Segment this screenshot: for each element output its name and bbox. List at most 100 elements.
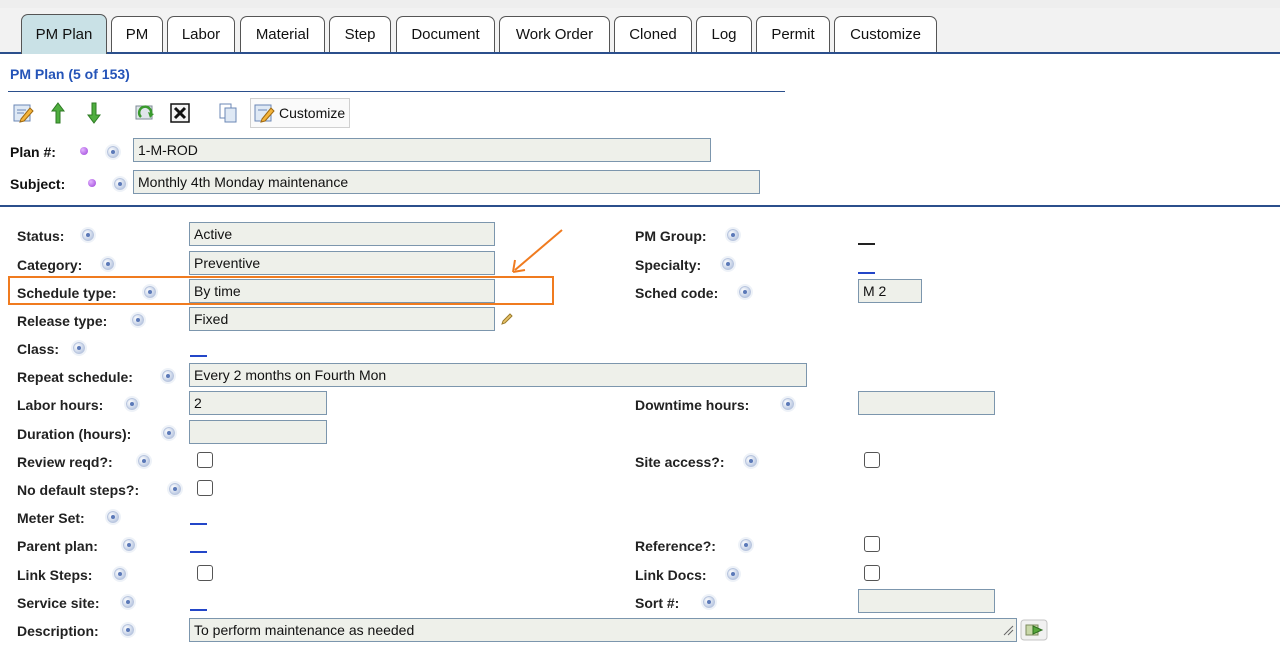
downtime-hours-label: Downtime hours: bbox=[635, 397, 750, 413]
no-default-steps-label: No default steps?: bbox=[17, 482, 140, 498]
help-icon[interactable] bbox=[727, 229, 739, 241]
link-steps-checkbox[interactable] bbox=[197, 565, 213, 581]
help-icon[interactable] bbox=[132, 314, 144, 326]
reference-checkbox[interactable] bbox=[864, 536, 880, 552]
tab-work-order[interactable]: Work Order bbox=[499, 16, 610, 52]
link-docs-label: Link Docs: bbox=[635, 567, 707, 583]
labor-hours-label: Labor hours: bbox=[17, 397, 104, 413]
reference-label: Reference?: bbox=[635, 538, 716, 554]
parent-plan-link[interactable] bbox=[190, 551, 207, 553]
refresh-button[interactable] bbox=[132, 98, 158, 128]
help-icon[interactable] bbox=[123, 539, 135, 551]
record-title: PM Plan (5 of 153) bbox=[10, 66, 130, 82]
pm-group-label: PM Group: bbox=[635, 228, 707, 244]
required-dot-icon bbox=[88, 179, 96, 187]
tab-document[interactable]: Document bbox=[396, 16, 495, 52]
description-field[interactable]: To perform maintenance as needed bbox=[189, 618, 1017, 642]
annotation-arrow-icon bbox=[512, 229, 563, 273]
resize-grip-icon[interactable] bbox=[1002, 624, 1014, 636]
tab-pm-plan[interactable]: PM Plan bbox=[21, 14, 107, 54]
help-icon[interactable] bbox=[114, 178, 126, 190]
tab-step[interactable]: Step bbox=[329, 16, 391, 52]
meter-set-link[interactable] bbox=[190, 523, 207, 525]
link-docs-checkbox[interactable] bbox=[864, 565, 880, 581]
specialty-link[interactable] bbox=[858, 272, 875, 274]
no-default-steps-checkbox[interactable] bbox=[197, 480, 213, 496]
help-icon[interactable] bbox=[114, 568, 126, 580]
next-record-button[interactable] bbox=[84, 98, 104, 128]
help-icon[interactable] bbox=[107, 146, 119, 158]
tab-permit[interactable]: Permit bbox=[756, 16, 830, 52]
title-divider bbox=[8, 91, 785, 92]
plan-number-label: Plan #: bbox=[10, 144, 56, 160]
repeat-schedule-field[interactable]: Every 2 months on Fourth Mon bbox=[189, 363, 807, 387]
help-icon[interactable] bbox=[122, 596, 134, 608]
parent-plan-label: Parent plan: bbox=[17, 538, 98, 554]
release-type-label: Release type: bbox=[17, 313, 108, 329]
help-icon[interactable] bbox=[73, 342, 85, 354]
site-access-checkbox[interactable] bbox=[864, 452, 880, 468]
tab-cloned[interactable]: Cloned bbox=[614, 16, 692, 52]
help-icon[interactable] bbox=[739, 286, 751, 298]
help-icon[interactable] bbox=[102, 258, 114, 270]
delete-button[interactable] bbox=[168, 98, 192, 128]
class-label: Class: bbox=[17, 341, 60, 357]
status-field[interactable]: Active bbox=[189, 222, 495, 246]
duration-hours-label: Duration (hours): bbox=[17, 426, 132, 442]
required-dot-icon bbox=[80, 147, 88, 155]
help-icon[interactable] bbox=[169, 483, 181, 495]
subject-field[interactable]: Monthly 4th Monday maintenance bbox=[133, 170, 760, 194]
downtime-hours-field[interactable] bbox=[858, 391, 995, 415]
help-icon[interactable] bbox=[122, 624, 134, 636]
tab-material[interactable]: Material bbox=[240, 16, 325, 52]
copy-button[interactable] bbox=[216, 98, 240, 128]
edit-note-icon bbox=[13, 104, 34, 123]
go-arrow-icon[interactable] bbox=[1020, 618, 1048, 642]
tab-labor[interactable]: Labor bbox=[167, 16, 235, 52]
site-access-label: Site access?: bbox=[635, 454, 725, 470]
service-site-label: Service site: bbox=[17, 595, 100, 611]
help-icon[interactable] bbox=[126, 398, 138, 410]
tab-pm[interactable]: PM bbox=[111, 16, 163, 52]
customize-icon bbox=[254, 104, 275, 123]
arrow-down-icon bbox=[87, 102, 101, 124]
help-icon[interactable] bbox=[740, 539, 752, 551]
review-reqd-checkbox[interactable] bbox=[197, 452, 213, 468]
help-icon[interactable] bbox=[162, 370, 174, 382]
previous-record-button[interactable] bbox=[48, 98, 68, 128]
help-icon[interactable] bbox=[703, 596, 715, 608]
copy-icon bbox=[219, 103, 237, 123]
duration-hours-field[interactable] bbox=[189, 420, 327, 444]
release-type-field[interactable]: Fixed bbox=[189, 307, 495, 331]
category-label: Category: bbox=[17, 257, 83, 273]
help-icon[interactable] bbox=[782, 398, 794, 410]
pencil-icon[interactable] bbox=[500, 312, 514, 326]
help-icon[interactable] bbox=[727, 568, 739, 580]
link-steps-label: Link Steps: bbox=[17, 567, 93, 583]
help-icon[interactable] bbox=[722, 258, 734, 270]
sort-number-field[interactable] bbox=[858, 589, 995, 613]
repeat-schedule-label: Repeat schedule: bbox=[17, 369, 133, 385]
help-icon[interactable] bbox=[107, 511, 119, 523]
plan-number-field[interactable]: 1-M-ROD bbox=[133, 138, 711, 162]
meter-set-label: Meter Set: bbox=[17, 510, 85, 526]
specialty-label: Specialty: bbox=[635, 257, 702, 273]
tab-customize[interactable]: Customize bbox=[834, 16, 937, 52]
close-box-icon bbox=[170, 103, 190, 123]
class-link[interactable] bbox=[190, 355, 207, 357]
help-icon[interactable] bbox=[82, 229, 94, 241]
category-field[interactable]: Preventive bbox=[189, 251, 495, 275]
service-site-link[interactable] bbox=[190, 609, 207, 611]
tab-log[interactable]: Log bbox=[696, 16, 752, 52]
pm-group-value bbox=[858, 243, 875, 245]
customize-button[interactable]: Customize bbox=[250, 98, 351, 128]
customize-button-label: Customize bbox=[279, 105, 346, 121]
help-icon[interactable] bbox=[163, 427, 175, 439]
edit-button[interactable] bbox=[10, 98, 36, 128]
help-icon[interactable] bbox=[138, 455, 150, 467]
sched-code-field[interactable]: M 2 bbox=[858, 279, 922, 303]
help-icon[interactable] bbox=[745, 455, 757, 467]
refresh-icon bbox=[135, 105, 154, 120]
top-strip bbox=[0, 0, 1280, 8]
labor-hours-field[interactable]: 2 bbox=[189, 391, 327, 415]
